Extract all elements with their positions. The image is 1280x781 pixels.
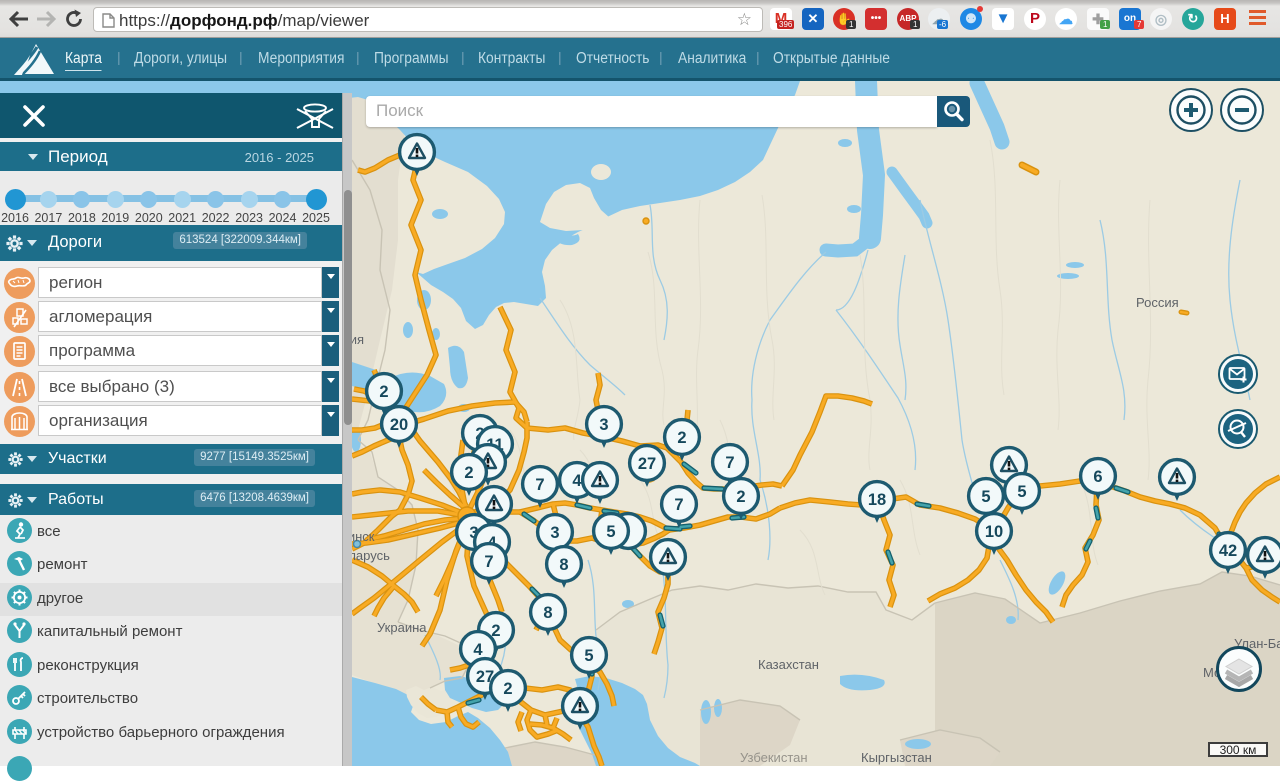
svg-text:2: 2 xyxy=(736,488,745,506)
svg-text:5: 5 xyxy=(606,523,615,541)
svg-text:8: 8 xyxy=(543,604,552,622)
svg-text:4: 4 xyxy=(473,641,483,659)
svg-text:6: 6 xyxy=(1093,468,1102,486)
svg-text:Узбекистан: Узбекистан xyxy=(740,750,808,765)
svg-text:Россия: Россия xyxy=(1136,295,1179,310)
svg-text:7: 7 xyxy=(484,553,493,571)
svg-text:2: 2 xyxy=(464,464,473,482)
svg-text:2: 2 xyxy=(379,383,388,401)
svg-text:8: 8 xyxy=(559,556,568,574)
svg-text:5: 5 xyxy=(1017,483,1026,501)
svg-text:18: 18 xyxy=(868,491,886,509)
svg-text:2: 2 xyxy=(503,680,512,698)
svg-text:27: 27 xyxy=(638,455,656,473)
svg-text:3: 3 xyxy=(550,524,559,542)
svg-text:4: 4 xyxy=(572,472,582,490)
svg-text:2: 2 xyxy=(677,429,686,447)
svg-text:Казахстан: Казахстан xyxy=(758,657,819,672)
svg-text:5: 5 xyxy=(584,647,593,665)
svg-text:10: 10 xyxy=(985,523,1003,541)
svg-text:7: 7 xyxy=(725,454,734,472)
svg-text:5: 5 xyxy=(981,488,990,506)
svg-text:7: 7 xyxy=(535,476,544,494)
svg-text:3: 3 xyxy=(599,416,608,434)
svg-text:20: 20 xyxy=(390,416,408,434)
svg-text:Кыргызстан: Кыргызстан xyxy=(861,750,932,765)
svg-text:42: 42 xyxy=(1219,542,1237,560)
svg-text:Украина: Украина xyxy=(377,620,427,635)
svg-text:7: 7 xyxy=(674,496,683,514)
